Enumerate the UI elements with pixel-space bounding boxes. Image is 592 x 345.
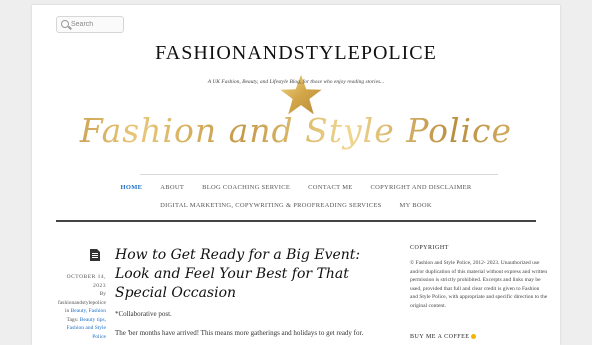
search-icon bbox=[61, 20, 69, 28]
post-author[interactable]: fashionandstylepolice bbox=[58, 300, 106, 306]
nav-item-my-book[interactable]: MY BOOK bbox=[400, 202, 432, 209]
post-paragraph: *Collaborative post. bbox=[115, 310, 172, 318]
nav-item-digital-marketing[interactable]: DIGITAL MARKETING, COPYWRITING & PROOFRE… bbox=[160, 202, 381, 209]
post-tags-label: Tags: bbox=[66, 316, 79, 323]
post-paragraph: The 'ber months have arrived! This means… bbox=[115, 329, 364, 337]
nav-item-home[interactable]: HOME bbox=[121, 184, 143, 191]
script-logo-title[interactable]: Fashion and Style Police bbox=[32, 111, 560, 150]
sidebar-heading-copyright: COPYRIGHT bbox=[410, 245, 449, 251]
main-nav-row-1: HOME ABOUT BLOG COACHING SERVICE CONTACT… bbox=[32, 184, 560, 191]
nav-item-contact[interactable]: CONTACT ME bbox=[308, 184, 352, 191]
nav-divider-bottom bbox=[56, 220, 536, 222]
nav-item-copyright[interactable]: COPYRIGHT AND DISCLAIMER bbox=[371, 184, 472, 191]
document-icon bbox=[90, 249, 100, 261]
sidebar-copyright-text: © Fashion and Style Police, 2012- 2023. … bbox=[410, 260, 548, 309]
nav-divider-top bbox=[140, 174, 498, 175]
sidebar-heading-coffee: BUY ME A COFFEE bbox=[410, 334, 477, 340]
coffee-heading-label: BUY ME A COFFEE bbox=[410, 334, 470, 340]
search-input[interactable] bbox=[71, 18, 121, 30]
post-in-label: in bbox=[64, 308, 70, 314]
site-title[interactable]: FASHIONANDSTYLEPOLICE bbox=[32, 42, 560, 65]
main-nav-row-2: DIGITAL MARKETING, COPYWRITING & PROOFRE… bbox=[32, 202, 560, 209]
page-container: FASHIONANDSTYLEPOLICE A UK Fashion, Beau… bbox=[32, 5, 560, 345]
nav-item-blog-coaching[interactable]: BLOG COACHING SERVICE bbox=[202, 184, 290, 191]
search-box[interactable] bbox=[56, 16, 124, 33]
site-tagline: A UK Fashion, Beauty, and Lifestyle Blog… bbox=[207, 79, 385, 85]
post-title[interactable]: How to Get Ready for a Big Event: Look a… bbox=[115, 246, 375, 303]
post-meta: October 14, 2023 By fashionandstylepolic… bbox=[54, 273, 106, 341]
post-date[interactable]: October 14, 2023 bbox=[54, 273, 106, 290]
post-categories[interactable]: Beauty, Fashion bbox=[71, 308, 106, 314]
post-by-label: By bbox=[99, 291, 106, 297]
nav-item-about[interactable]: ABOUT bbox=[160, 184, 184, 191]
